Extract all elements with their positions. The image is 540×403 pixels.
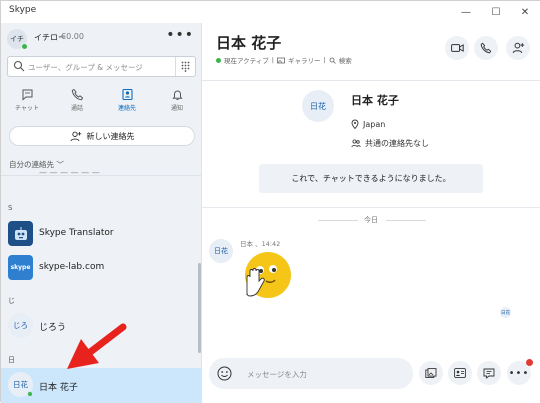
contact-name: じろう bbox=[39, 323, 67, 333]
message-sender-avatar[interactable]: 日花 bbox=[209, 239, 233, 263]
contacts-icon bbox=[121, 88, 133, 101]
my-avatar[interactable]: イチ bbox=[7, 29, 28, 50]
translator-avatar bbox=[8, 221, 33, 246]
search-icon bbox=[13, 60, 25, 72]
add-participants-button[interactable] bbox=[506, 36, 530, 60]
tab-notifications[interactable]: 通知 bbox=[152, 85, 201, 117]
contact-jirou[interactable]: じろ じろう bbox=[1, 310, 201, 342]
contact-name: skype-lab.com bbox=[39, 262, 105, 272]
search-box[interactable]: ユーザー、グループ & メッセージ bbox=[7, 56, 196, 77]
conversation-title[interactable]: 日本 花子 bbox=[216, 32, 281, 53]
tab-calls[interactable]: 通話 bbox=[52, 85, 102, 117]
online-status-dot bbox=[27, 391, 33, 397]
skype-window: Skype — ☐ ✕ イチ イチロー €0.00 ••• ユーザー、グループ … bbox=[0, 0, 540, 403]
search-link[interactable]: 検索 bbox=[339, 55, 352, 65]
section-header-ji: じ bbox=[8, 297, 15, 305]
phone-icon bbox=[71, 88, 83, 101]
profile-common-contacts: 共通の連絡先なし bbox=[351, 138, 429, 149]
status-text: 現在アクティブ bbox=[224, 57, 269, 65]
robot-icon bbox=[14, 226, 27, 240]
gallery-icon bbox=[277, 57, 285, 63]
contact-card-icon bbox=[454, 368, 466, 378]
title-bar: Skype — ☐ ✕ bbox=[1, 1, 540, 23]
conversation-subheader: 現在アクティブ | ギャラリー | 検索 bbox=[216, 55, 352, 65]
close-button[interactable]: ✕ bbox=[510, 1, 540, 23]
add-person-icon bbox=[512, 42, 524, 54]
phone-icon bbox=[480, 42, 492, 54]
contact-nihon-hanako[interactable]: 日花 日本 花子 bbox=[1, 368, 201, 403]
skype-lab-avatar: skype bbox=[8, 255, 33, 280]
search-input[interactable]: ユーザー、グループ & メッセージ bbox=[28, 62, 143, 73]
wave-emoticon[interactable] bbox=[242, 251, 292, 301]
people-icon bbox=[351, 139, 361, 148]
date-separator: 今日 bbox=[202, 215, 540, 225]
image-icon bbox=[425, 367, 437, 378]
jirou-avatar: じろ bbox=[8, 313, 33, 338]
audio-call-button[interactable] bbox=[474, 36, 498, 60]
chat-icon bbox=[22, 89, 32, 101]
profile-name: 日本 花子 bbox=[351, 94, 399, 107]
message-composer[interactable]: メッセージを入力 bbox=[209, 358, 413, 389]
online-status-dot bbox=[21, 43, 28, 50]
window-title: Skype bbox=[9, 5, 37, 15]
video-call-button[interactable] bbox=[445, 36, 469, 60]
tab-chats[interactable]: チャット bbox=[2, 85, 52, 117]
profile-location: Japan bbox=[351, 119, 385, 129]
dialpad-icon bbox=[181, 61, 190, 72]
new-contact-button[interactable]: 新しい連絡先 bbox=[9, 126, 195, 146]
profile-avatar[interactable]: 日花 bbox=[302, 90, 334, 122]
section-header-hi: 日 bbox=[8, 356, 15, 364]
contact-name: Skype Translator bbox=[39, 228, 114, 238]
nav-tabs: チャット 通話 連絡先 通知 bbox=[1, 85, 201, 117]
chat-divider bbox=[202, 207, 540, 208]
add-person-icon bbox=[70, 131, 81, 141]
minimize-button[interactable]: — bbox=[451, 1, 481, 23]
contact-skype-translator[interactable]: Skype Translator bbox=[1, 218, 201, 250]
emoji-icon[interactable] bbox=[217, 366, 232, 381]
send-contact-button[interactable] bbox=[448, 361, 472, 385]
sidebar: イチ イチロー €0.00 ••• ユーザー、グループ & メッセージ チャット… bbox=[1, 23, 202, 403]
more-options-button[interactable]: ••• bbox=[166, 27, 194, 43]
contact-name: 日本 花子 bbox=[39, 383, 78, 393]
video-camera-icon bbox=[450, 44, 464, 52]
media-gallery-button[interactable] bbox=[419, 361, 443, 385]
tab-contacts[interactable]: 連絡先 bbox=[102, 85, 152, 117]
gallery-link[interactable]: ギャラリー bbox=[288, 55, 321, 65]
conversation-pane: 日本 花子 現在アクティブ | ギャラリー | 検索 日花 日本 花子 Japa… bbox=[202, 23, 540, 403]
search-icon bbox=[329, 57, 336, 64]
notification-dot bbox=[526, 359, 533, 366]
chat-ready-notice: これで、チャットできるようになりました。 bbox=[259, 164, 483, 193]
maximize-button[interactable]: ☐ bbox=[481, 1, 511, 23]
online-status-dot bbox=[216, 57, 221, 63]
message-input[interactable]: メッセージを入力 bbox=[247, 369, 307, 380]
location-pin-icon bbox=[351, 119, 359, 129]
dialpad-button[interactable] bbox=[175, 57, 195, 76]
message-meta: 日本 、14:42 bbox=[240, 240, 281, 248]
ellipsis-icon: ••• bbox=[508, 367, 530, 379]
skype-credit[interactable]: €0.00 bbox=[61, 32, 84, 41]
read-receipt-avatar: 日花 bbox=[500, 307, 511, 318]
profile-bar: イチ イチロー €0.00 ••• bbox=[1, 23, 201, 53]
contact-skype-lab[interactable]: skype skype-lab.com bbox=[1, 252, 201, 284]
list-top-divider bbox=[1, 175, 201, 176]
header-divider bbox=[202, 80, 540, 81]
more-actions-button[interactable]: ••• bbox=[507, 359, 533, 385]
message-box-icon bbox=[483, 368, 495, 379]
bell-icon bbox=[171, 90, 183, 100]
section-header-s: S bbox=[8, 204, 13, 212]
send-file-button[interactable] bbox=[477, 361, 501, 385]
contact-list-scrollbar[interactable] bbox=[198, 263, 201, 353]
